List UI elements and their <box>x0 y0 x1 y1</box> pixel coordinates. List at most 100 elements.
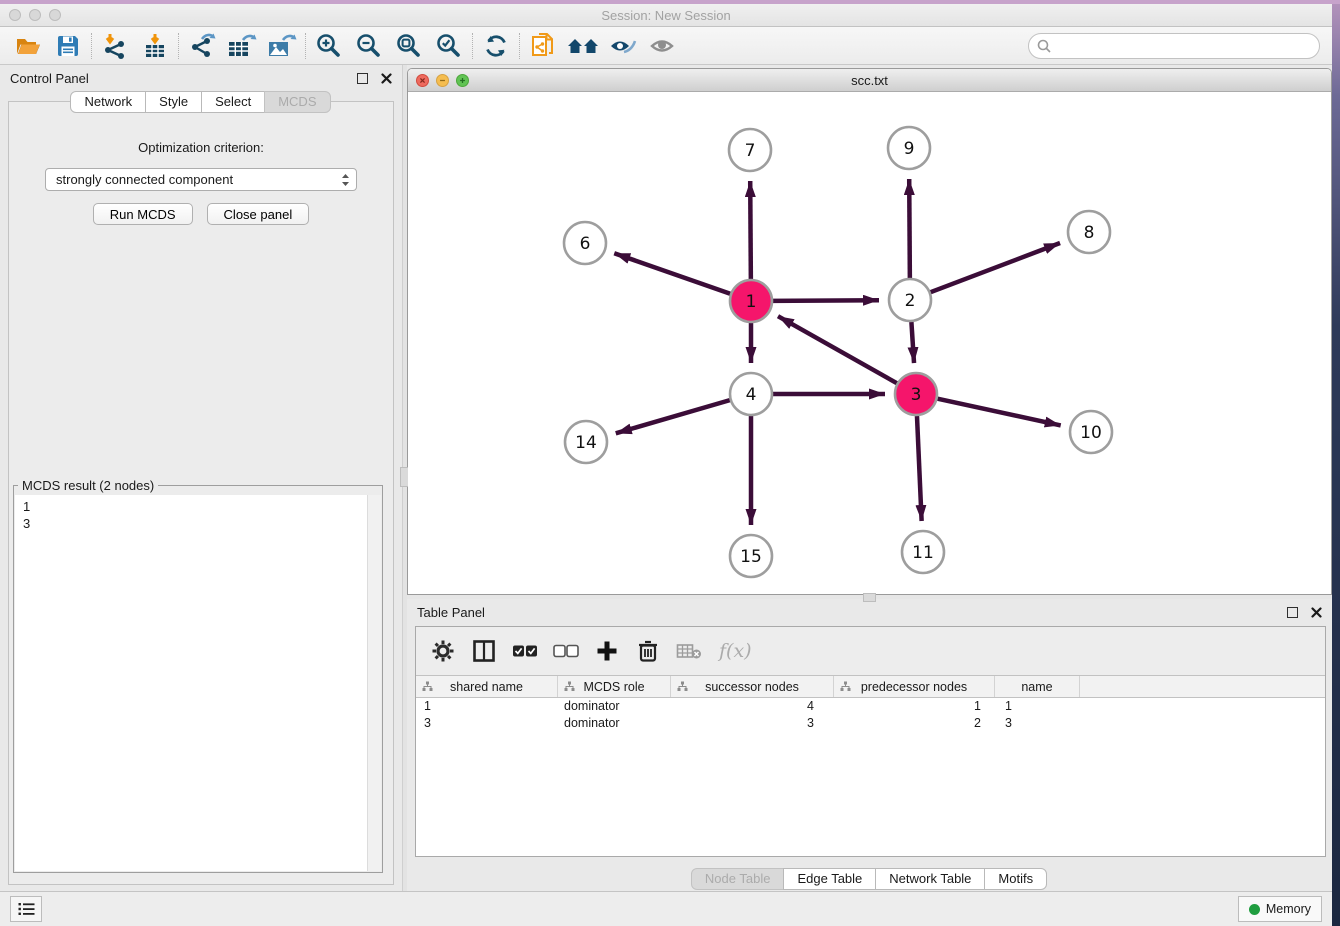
control-panel-title: Control Panel <box>10 71 89 86</box>
run-mcds-button[interactable]: Run MCDS <box>93 203 193 225</box>
graph-edge-3-1[interactable] <box>778 316 897 383</box>
table-cell[interactable]: 3 <box>671 716 834 730</box>
unchecked-boxes-icon <box>553 644 579 658</box>
column-header-label: name <box>1021 680 1052 694</box>
zoom-out-button[interactable] <box>349 30 389 61</box>
save-floppy-icon <box>56 34 80 58</box>
export-table-button[interactable] <box>222 30 262 61</box>
column-header-predecessor-nodes[interactable]: predecessor nodes <box>834 676 995 697</box>
mcds-result-list[interactable]: 1 3 <box>15 495 367 871</box>
select-all-columns-button[interactable] <box>512 638 538 664</box>
table-panel-title: Table Panel <box>417 605 485 620</box>
table-cell[interactable]: 4 <box>671 699 834 713</box>
hide-graphics-button[interactable] <box>603 30 643 61</box>
close-panel-button[interactable]: Close panel <box>207 203 310 225</box>
import-network-button[interactable] <box>95 30 135 61</box>
create-column-button[interactable] <box>594 638 620 664</box>
zoom-selected-button[interactable] <box>429 30 469 61</box>
table-settings-button[interactable] <box>430 638 456 664</box>
graph-node-label-15: 15 <box>740 547 762 567</box>
graph-edge-2-9[interactable] <box>909 179 910 278</box>
frame-close-button[interactable] <box>416 74 429 87</box>
tab-select[interactable]: Select <box>201 91 265 113</box>
graph-edge-1-6[interactable] <box>614 253 730 294</box>
tab-style[interactable]: Style <box>145 91 202 113</box>
horizontal-splitter[interactable] <box>407 595 1332 599</box>
frame-maximize-button[interactable] <box>456 74 469 87</box>
frame-minimize-button[interactable] <box>436 74 449 87</box>
memory-button[interactable]: Memory <box>1238 896 1322 922</box>
table-row[interactable]: 3dominator323 <box>416 715 1325 732</box>
table-cell[interactable]: dominator <box>558 699 671 713</box>
network-view-frame: scc.txt 1234678910111415 <box>407 68 1332 595</box>
column-header-name[interactable]: name <box>995 676 1080 697</box>
table-cell[interactable]: 1 <box>416 699 558 713</box>
node-table-container: f(x) shared nameMCDS rolesuccessor nodes… <box>415 626 1326 857</box>
show-graphics-button[interactable] <box>643 30 683 61</box>
graph-edge-2-3[interactable] <box>911 322 914 363</box>
vertical-splitter[interactable] <box>402 65 407 891</box>
tab-network[interactable]: Network <box>70 91 146 113</box>
open-session-button[interactable] <box>8 30 48 61</box>
reset-layout-button[interactable] <box>563 30 603 61</box>
export-network-button[interactable] <box>182 30 222 61</box>
export-image-button[interactable] <box>262 30 302 61</box>
close-panel-icon[interactable] <box>1311 607 1322 618</box>
graph-edge-3-10[interactable] <box>937 399 1060 426</box>
delete-column-button[interactable] <box>635 638 661 664</box>
column-header-successor-nodes[interactable]: successor nodes <box>671 676 834 697</box>
zoom-in-button[interactable] <box>309 30 349 61</box>
criterion-select[interactable]: strongly connected component <box>45 168 357 191</box>
graph-node-label-9: 9 <box>904 139 915 159</box>
window-title: Session: New Session <box>0 8 1332 23</box>
network-canvas[interactable]: 1234678910111415 <box>408 92 1331 594</box>
delete-table-button-disabled <box>676 638 702 664</box>
optimization-criterion-label: Optimization criterion: <box>9 140 393 155</box>
table-cell[interactable]: dominator <box>558 716 671 730</box>
float-panel-icon[interactable] <box>1287 607 1298 618</box>
result-scrollbar[interactable] <box>367 495 381 871</box>
import-table-button[interactable] <box>135 30 175 61</box>
window-titlebar: Session: New Session <box>0 4 1332 27</box>
graph-node-label-14: 14 <box>575 433 597 453</box>
tab-node-table[interactable]: Node Table <box>691 868 785 890</box>
unselect-all-columns-button[interactable] <box>553 638 579 664</box>
table-row[interactable]: 1dominator411 <box>416 698 1325 715</box>
tab-mcds[interactable]: MCDS <box>264 91 330 113</box>
network-frame-titlebar[interactable]: scc.txt <box>408 69 1331 92</box>
graph-edge-1-7[interactable] <box>750 181 751 279</box>
table-cell[interactable]: 3 <box>995 716 1080 730</box>
task-history-button[interactable] <box>10 896 42 922</box>
tab-edge-table[interactable]: Edge Table <box>783 868 876 890</box>
close-panel-icon[interactable] <box>381 73 392 84</box>
clone-network-button[interactable] <box>523 30 563 61</box>
graph-edge-1-2[interactable] <box>773 300 879 301</box>
import-network-icon <box>102 33 128 59</box>
refresh-button[interactable] <box>476 30 516 61</box>
splitter-grip[interactable] <box>863 593 876 602</box>
open-folder-icon <box>15 34 41 58</box>
graph-node-label-4: 4 <box>746 385 757 405</box>
table-cell[interactable]: 3 <box>416 716 558 730</box>
graph-edge-2-8[interactable] <box>931 243 1060 292</box>
delete-table-icon <box>676 641 702 661</box>
zoom-fit-button[interactable] <box>389 30 429 61</box>
control-panel-tabs: Network Style Select MCDS <box>0 91 402 113</box>
table-cell[interactable]: 2 <box>834 716 995 730</box>
search-input[interactable] <box>1057 35 1319 57</box>
table-toolbar: f(x) <box>416 627 1325 675</box>
save-session-button[interactable] <box>48 30 88 61</box>
column-header-MCDS-role[interactable]: MCDS role <box>558 676 671 697</box>
eye-slash-icon <box>608 34 638 58</box>
table-cell[interactable]: 1 <box>995 699 1080 713</box>
tab-motifs[interactable]: Motifs <box>984 868 1047 890</box>
column-header-shared-name[interactable]: shared name <box>416 676 558 697</box>
float-panel-icon[interactable] <box>357 73 368 84</box>
table-cell[interactable]: 1 <box>834 699 995 713</box>
function-builder-button-disabled: f(x) <box>719 640 752 662</box>
graph-edge-4-14[interactable] <box>616 400 730 433</box>
graph-edge-3-11[interactable] <box>917 416 922 521</box>
tab-network-table[interactable]: Network Table <box>875 868 985 890</box>
show-column-panel-button[interactable] <box>471 638 497 664</box>
application-window: Session: New Session <box>0 4 1332 926</box>
